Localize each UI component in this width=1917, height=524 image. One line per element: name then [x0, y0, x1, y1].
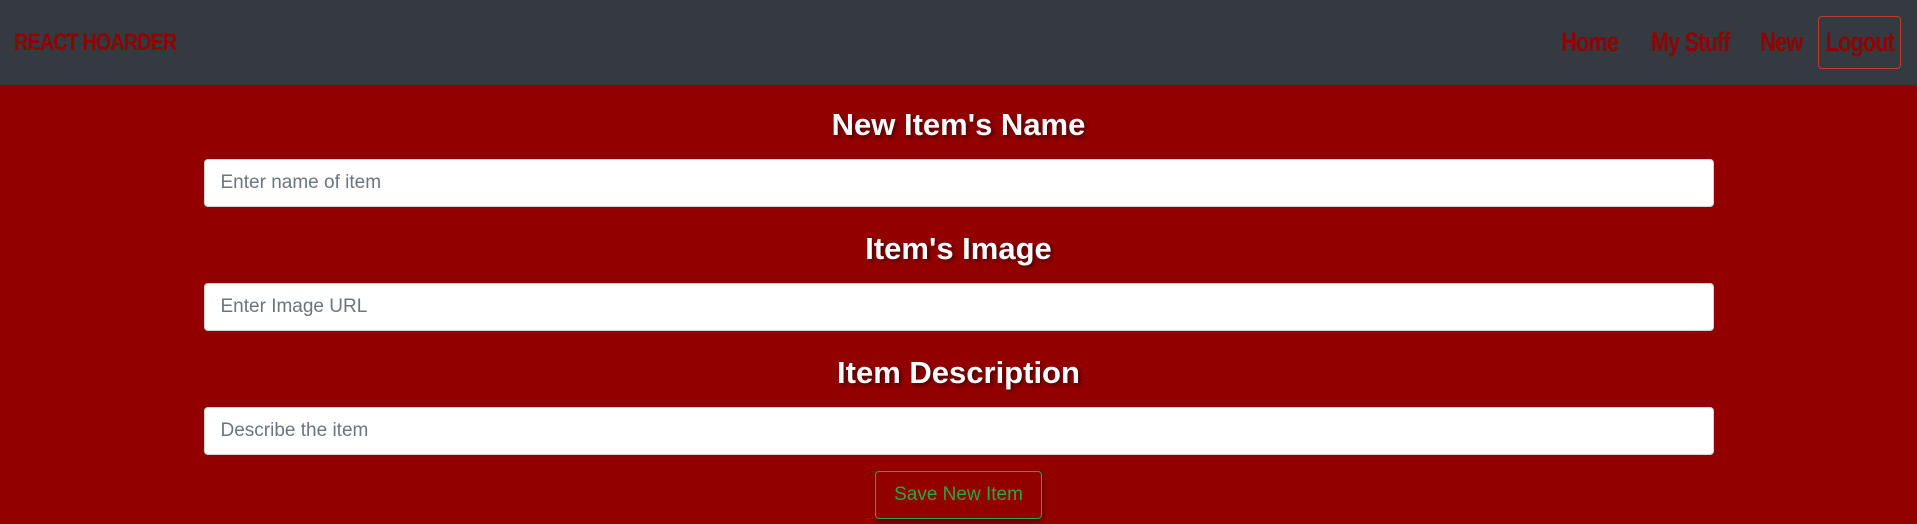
nav-links: Home My Stuff New Logout: [1548, 16, 1903, 69]
item-image-heading: Item's Image: [865, 231, 1052, 266]
item-name-heading: New Item's Name: [831, 107, 1086, 142]
logout-button[interactable]: Logout: [1818, 16, 1901, 69]
save-new-item-button[interactable]: Save New Item: [875, 471, 1042, 519]
brand-logo[interactable]: REACT HOARDER: [14, 29, 177, 57]
item-name-input[interactable]: [203, 159, 1714, 207]
nav-link-new[interactable]: New: [1756, 27, 1808, 58]
item-description-input[interactable]: [203, 407, 1714, 455]
logout-label: Logout: [1825, 27, 1894, 57]
save-row: Save New Item: [204, 471, 1714, 519]
navbar: REACT HOARDER Home My Stuff New Logout: [0, 0, 1917, 85]
nav-link-home[interactable]: Home: [1556, 27, 1622, 58]
item-description-heading: Item Description: [837, 355, 1080, 390]
new-item-form: New Item's Name Item's Image Item Descri…: [203, 85, 1714, 519]
nav-link-my-stuff[interactable]: My Stuff: [1646, 27, 1734, 58]
item-image-url-input[interactable]: [203, 283, 1714, 331]
